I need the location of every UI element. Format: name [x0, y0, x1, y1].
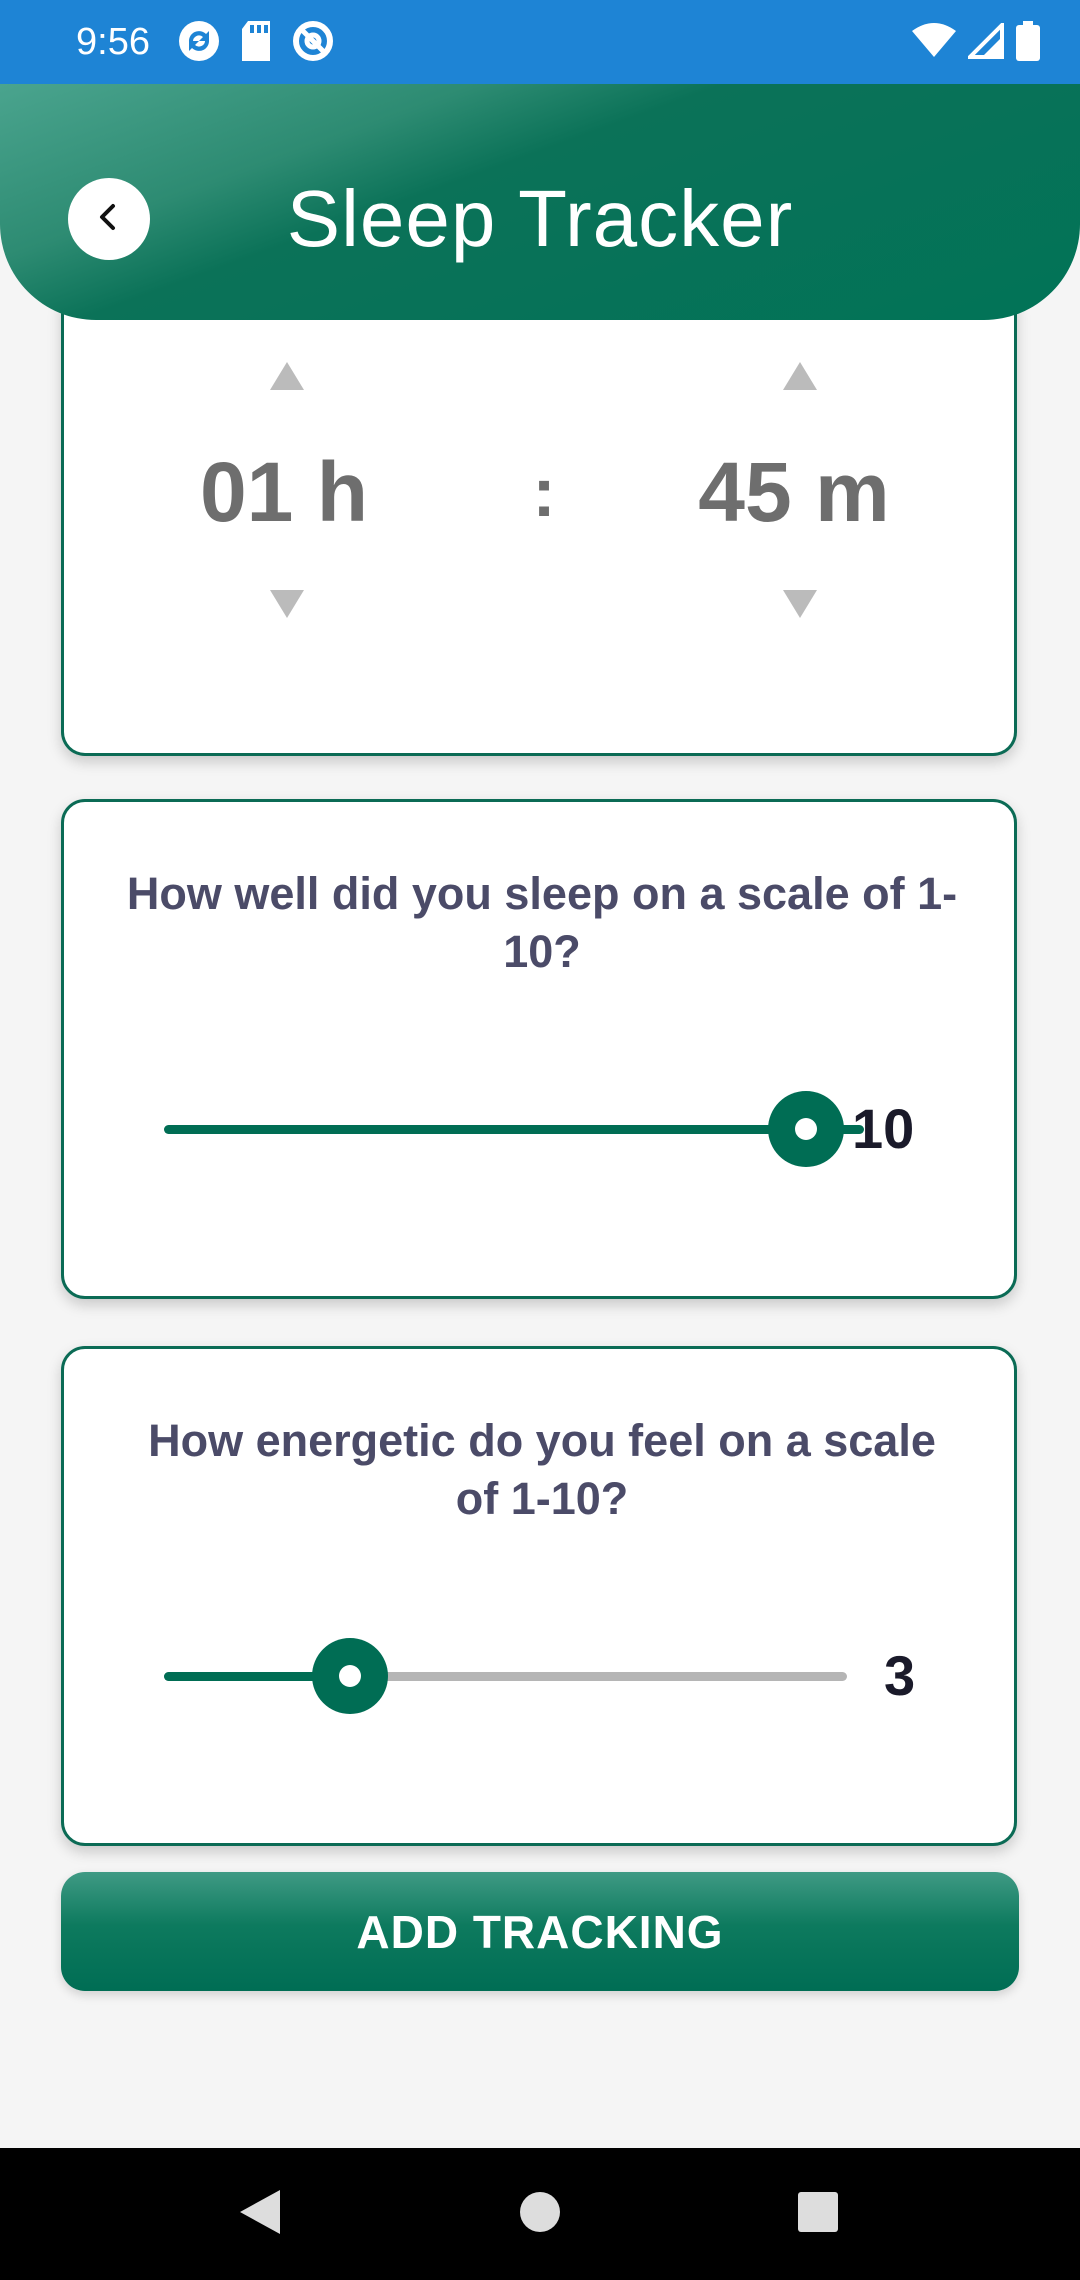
page-title: Sleep Tracker	[286, 174, 794, 263]
energy-level-card: How energetic do you feel on a scale of …	[61, 1346, 1017, 1846]
at-sign-icon	[292, 20, 334, 67]
cellular-signal-icon	[965, 19, 1004, 64]
add-tracking-button[interactable]: ADD TRACKING	[61, 1872, 1019, 1991]
sleep-quality-question: How well did you sleep on a scale of 1-1…	[126, 868, 958, 977]
minutes-value[interactable]: 45 m	[664, 442, 924, 542]
sleep-duration-card: 01 h : 45 m	[61, 300, 1017, 756]
status-time: 9:56	[76, 21, 150, 63]
nav-recents-button[interactable]	[758, 2148, 878, 2280]
sleep-quality-thumb[interactable]	[768, 1091, 844, 1167]
hours-decrement-arrow-icon[interactable]	[270, 590, 304, 618]
app-header: Sleep Tracker	[0, 84, 1080, 320]
nav-back-button[interactable]	[200, 2148, 320, 2280]
sync-icon	[178, 20, 220, 67]
status-bar: 9:56	[0, 0, 1080, 84]
battery-icon	[1016, 20, 1040, 66]
energy-level-question: How energetic do you feel on a scale of …	[148, 1415, 936, 1524]
time-separator: :	[532, 453, 556, 531]
back-triangle-icon	[238, 2188, 282, 2241]
sleep-quality-value: 10	[852, 1097, 915, 1160]
minutes-increment-arrow-icon[interactable]	[783, 362, 817, 390]
energy-level-value: 3	[884, 1644, 916, 1707]
home-circle-icon	[519, 2191, 561, 2238]
recents-square-icon	[797, 2191, 839, 2238]
system-nav-bar	[0, 2148, 1080, 2280]
sd-card-icon	[240, 20, 272, 66]
sleep-quality-track-active[interactable]	[164, 1125, 864, 1134]
hours-increment-arrow-icon[interactable]	[270, 362, 304, 390]
minutes-decrement-arrow-icon[interactable]	[783, 590, 817, 618]
wifi-icon	[912, 22, 956, 64]
hours-value[interactable]: 01 h	[184, 442, 384, 542]
sleep-quality-card: How well did you sleep on a scale of 1-1…	[61, 799, 1017, 1299]
energy-level-thumb[interactable]	[312, 1638, 388, 1714]
nav-home-button[interactable]	[480, 2148, 600, 2280]
